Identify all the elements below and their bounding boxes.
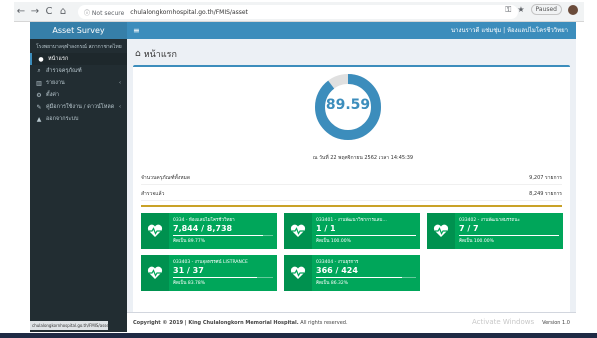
reload-icon[interactable]: C <box>42 4 56 20</box>
card-count: 31 / 37 <box>173 266 204 275</box>
stat-row-surveyed: สำรวจแล้ว 8,249 รายการ <box>141 187 562 201</box>
card-percent: คิดเป็น 86.32% <box>316 281 348 286</box>
not-secure-label[interactable]: ⓘ Not secure <box>84 8 124 17</box>
card-progress-fill <box>173 277 257 278</box>
card-progress-fill <box>316 277 403 278</box>
stat-value: 9,207 รายการ <box>529 174 562 181</box>
bar-chart-icon: ▥ <box>36 79 42 87</box>
brand-logo[interactable]: Asset Survey <box>30 22 127 39</box>
page-title-text: หน้าแรก <box>143 50 177 60</box>
card-title: 033401 - งานพัฒนาวิชาการแลบ… <box>316 218 387 223</box>
back-icon[interactable]: ← <box>14 4 28 20</box>
sidebar-item-manual[interactable]: ✎ คู่มือการใช้งาน / ดาวน์โหลด ‹ <box>30 101 127 113</box>
sidebar: โรงพยาบาลจุฬาลงกรณ์ สภากาชาดไทย ● หน้าแร… <box>30 39 127 332</box>
heartbeat-icon <box>284 255 312 291</box>
card-title: 033404 - งานธุรการ <box>316 260 359 265</box>
card-progress-bar <box>316 235 416 236</box>
card-count: 366 / 424 <box>316 266 358 275</box>
card-percent: คิดเป็น 100.00% <box>316 239 351 244</box>
department-card[interactable]: 033402 - งานพัฒนาสมรรถนะ 7 / 7 คิดเป็น 1… <box>427 213 563 249</box>
key-icon[interactable]: ⚿ <box>505 5 511 15</box>
sidebar-item-logout[interactable]: ▲ ออกจากระบบ <box>30 113 127 125</box>
heartbeat-icon <box>284 213 312 249</box>
card-progress-fill <box>459 235 559 236</box>
card-progress-bar <box>173 277 273 278</box>
link-status-bar: chulalongkornhospital.go.th/FMIS/asset# <box>30 321 108 330</box>
main-content: ⌂ หน้าแรก 89.59 ณ วันที่ 22 พฤศจิกายน 25… <box>127 39 576 332</box>
card-percent: คิดเป็น 89.77% <box>173 239 205 244</box>
top-navbar: Asset Survey ≡ นางนราวดี แช่มชุ่ม | ห้อง… <box>30 22 576 39</box>
sidebar-item-label: สำรวจครุภัณฑ์ <box>46 68 82 74</box>
stat-label: สำรวจแล้ว <box>141 190 165 197</box>
screen: ← → C ⌂ ⓘ Not secure chulalongkornhospit… <box>0 0 597 338</box>
heartbeat-icon <box>141 213 169 249</box>
heartbeat-icon <box>141 255 169 291</box>
version-label: Version 1.0 <box>542 320 570 326</box>
sidebar-toggle-icon[interactable]: ≡ <box>133 22 140 39</box>
donut-value: 89.59 <box>325 97 371 113</box>
sidebar-item-label: คู่มือการใช้งาน / ดาวน์โหลด <box>46 104 115 110</box>
profile-paused-button[interactable]: Paused <box>530 4 562 15</box>
browser-toolbar: ← → C ⌂ ⓘ Not secure chulalongkornhospit… <box>14 2 584 22</box>
sidebar-user-panel: โรงพยาบาลจุฬาลงกรณ์ สภากาชาดไทย <box>36 44 122 50</box>
card-progress-bar <box>459 235 559 236</box>
card-count: 7 / 7 <box>459 224 479 233</box>
stat-value: 8,249 รายการ <box>529 190 562 197</box>
avatar[interactable] <box>568 4 578 15</box>
browser-actions: ⚿ ★ Paused <box>505 4 578 15</box>
card-percent: คิดเป็น 100.00% <box>459 239 494 244</box>
department-card[interactable]: 0334 - ห้องแลปไมโครชีววิทยา 7,844 / 8,73… <box>141 213 277 249</box>
sidebar-item-label: รายงาน <box>46 80 65 86</box>
user-icon: ▲ <box>36 115 42 123</box>
copyright-bold: Copyright © 2019 | King Chulalongkorn Me… <box>133 320 299 326</box>
divider <box>141 205 562 207</box>
heartbeat-icon <box>427 213 455 249</box>
address-bar[interactable]: ⓘ Not secure chulalongkornhospital.go.th… <box>78 5 518 19</box>
sidebar-item-label: ตั้งค่า <box>46 92 60 98</box>
home-icon: ⌂ <box>135 49 141 59</box>
app-window: Asset Survey ≡ นางนราวดี แช่มชุ่ม | ห้อง… <box>30 22 576 332</box>
copyright-rest: All rights reserved. <box>298 320 348 326</box>
card-title: 033402 - งานพัฒนาสมรรถนะ <box>459 218 520 223</box>
sidebar-item-home[interactable]: ● หน้าแรก <box>30 53 127 65</box>
card-percent: คิดเป็น 83.78% <box>173 281 205 286</box>
circle-icon: ● <box>38 55 44 63</box>
user-menu[interactable]: นางนราวดี แช่มชุ่ม | ห้องแลปไมโครชีววิทย… <box>451 22 568 39</box>
stat-label: จำนวนครุภัณฑ์ทั้งหมด <box>141 174 191 181</box>
card-count: 1 / 1 <box>316 224 336 233</box>
card-progress-bar <box>316 277 416 278</box>
sidebar-item-report[interactable]: ▥ รายงาน ‹ <box>30 77 127 89</box>
card-progress-fill <box>316 235 416 236</box>
footer: Copyright © 2019 | King Chulalongkorn Me… <box>127 312 576 332</box>
chevron-left-icon: ‹ <box>119 104 121 110</box>
chevron-left-icon: ‹ <box>119 80 121 86</box>
card-progress-bar <box>173 235 273 236</box>
department-card[interactable]: 033403 - งานจุลทรรศน์ LISTRANCE 31 / 37 … <box>141 255 277 291</box>
url-text: chulalongkornhospital.go.th/FMIS/asset <box>130 8 248 16</box>
sidebar-item-settings[interactable]: ⚙ ตั้งค่า <box>30 89 127 101</box>
gear-icon: ⚙ <box>36 91 42 99</box>
updated-timestamp: ณ วันที่ 22 พฤศจิกายน 2562 เวลา 14:45:39 <box>312 155 414 161</box>
sidebar-item-label: หน้าแรก <box>48 56 69 62</box>
department-card[interactable]: 033401 - งานพัฒนาวิชาการแลบ… 1 / 1 คิดเป… <box>284 213 420 249</box>
search-icon: ⌕ <box>37 67 41 74</box>
sidebar-item-label: ออกจากระบบ <box>46 116 79 122</box>
sidebar-item-survey[interactable]: ⌕ สำรวจครุภัณฑ์ <box>30 65 127 77</box>
copyright: Copyright © 2019 | King Chulalongkorn Me… <box>133 320 348 326</box>
stat-row-total: จำนวนครุภัณฑ์ทั้งหมด 9,207 รายการ <box>141 171 562 185</box>
card-count: 7,844 / 8,738 <box>173 224 233 233</box>
star-icon[interactable]: ★ <box>517 5 524 14</box>
card-title: 033403 - งานจุลทรรศน์ LISTRANCE <box>173 260 248 265</box>
department-card[interactable]: 033404 - งานธุรการ 366 / 424 คิดเป็น 86.… <box>284 255 420 291</box>
os-taskbar <box>0 333 597 338</box>
card-progress-fill <box>173 235 263 236</box>
card-title: 0334 - ห้องแลปไมโครชีววิทยา <box>173 218 235 223</box>
summary-box: 89.59 ณ วันที่ 22 พฤศจิกายน 2562 เวลา 14… <box>133 65 570 316</box>
page-title: ⌂ หน้าแรก <box>135 47 177 61</box>
forward-icon[interactable]: → <box>28 4 42 20</box>
pencil-icon: ✎ <box>36 103 42 111</box>
home-icon[interactable]: ⌂ <box>56 4 70 20</box>
activate-windows-watermark: Activate Windows <box>472 318 535 326</box>
